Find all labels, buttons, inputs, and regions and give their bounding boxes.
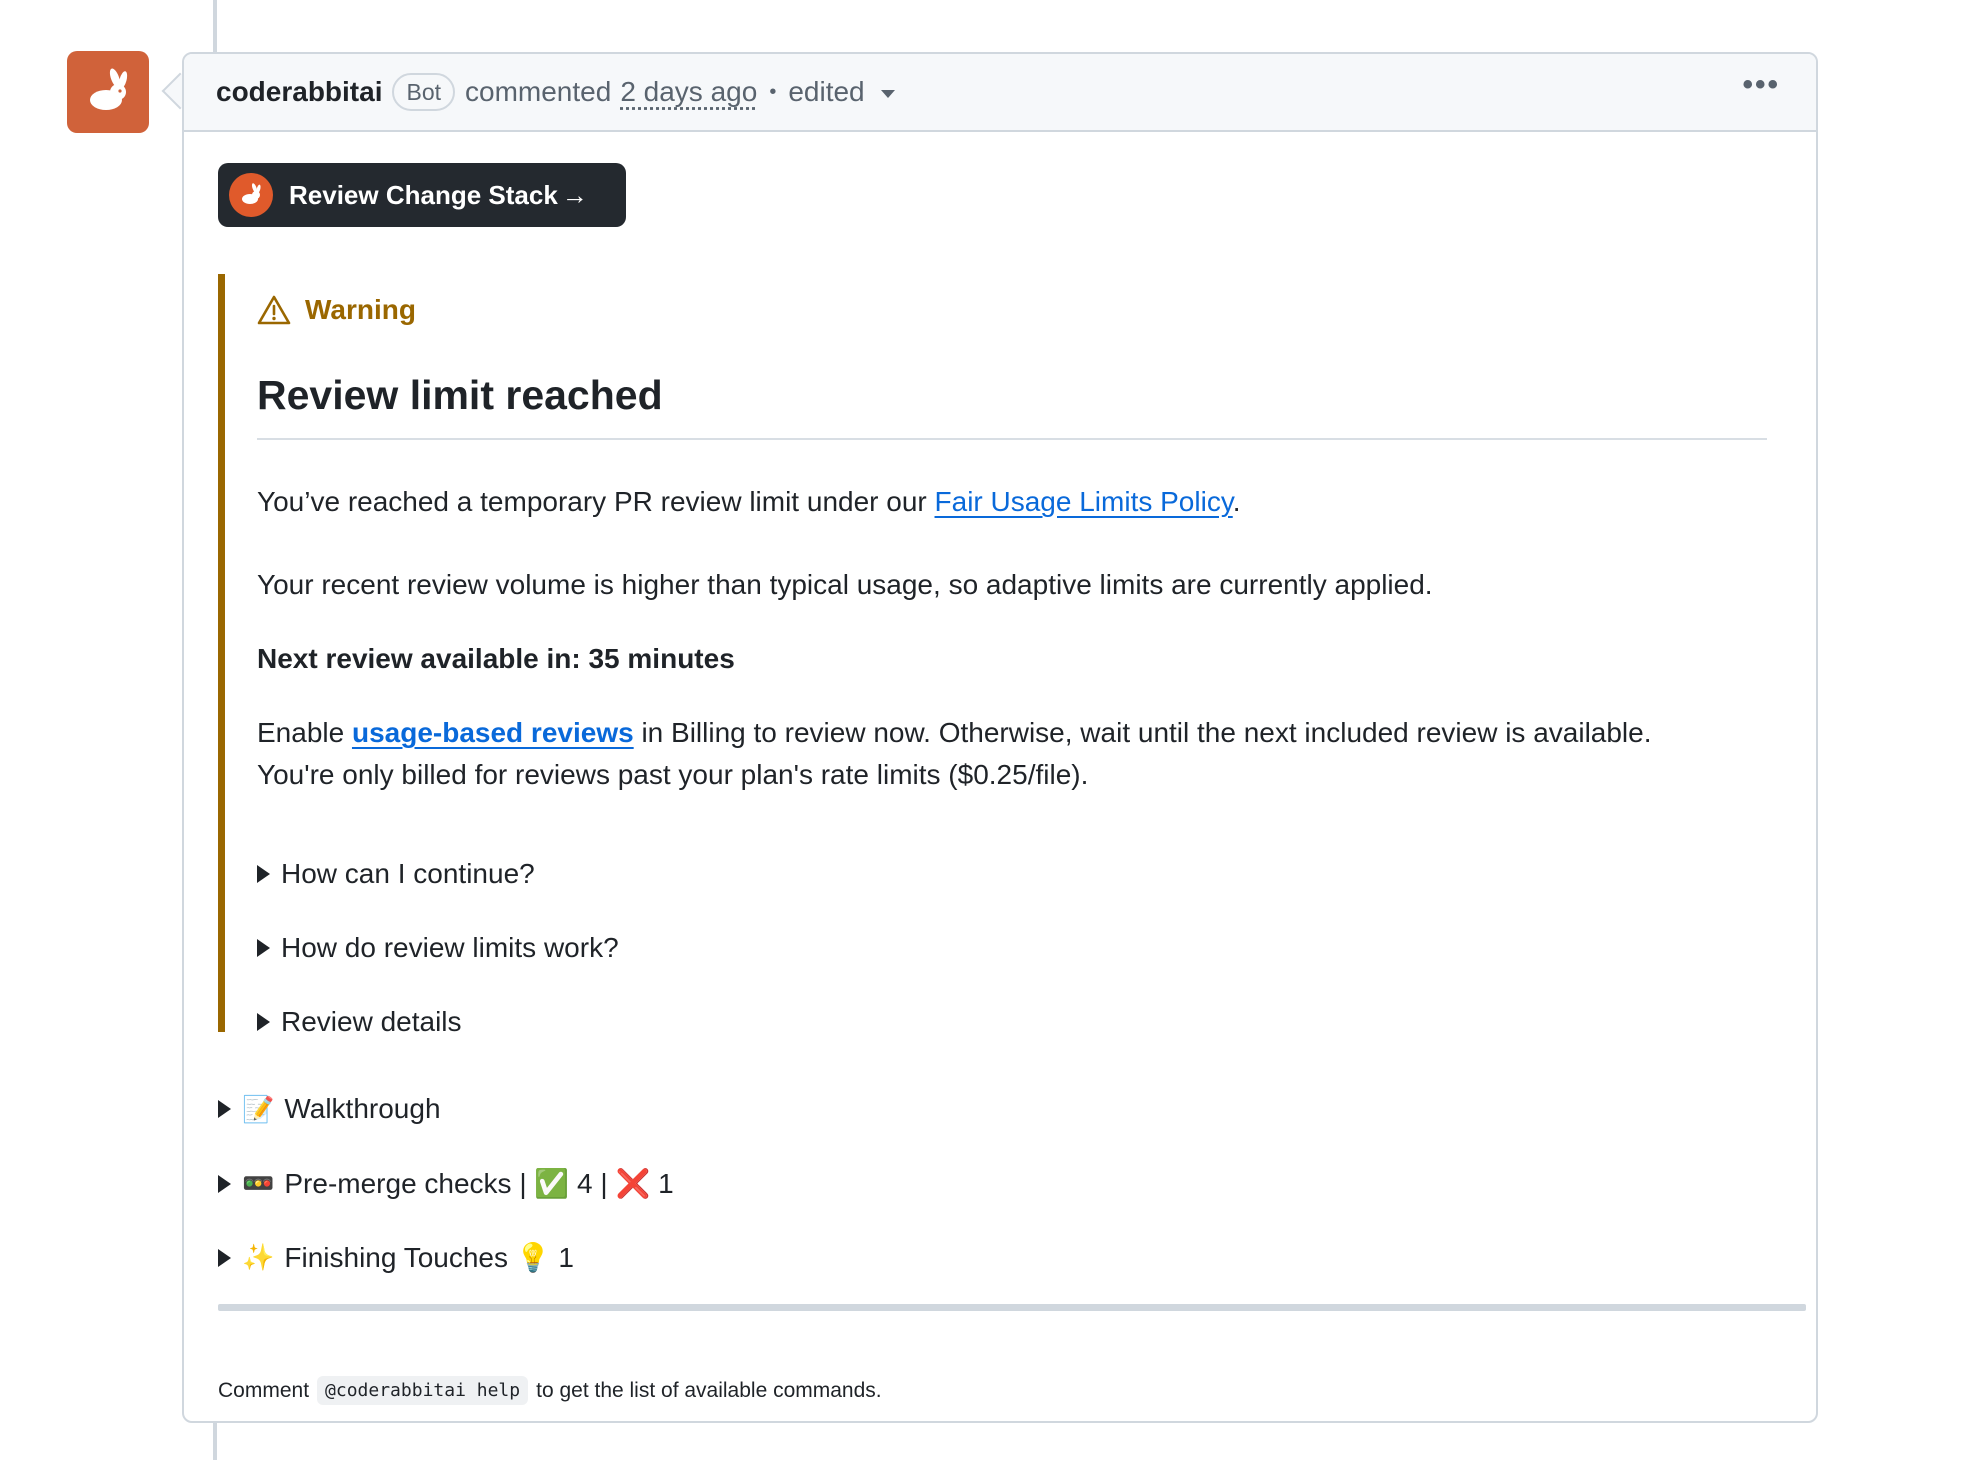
- help-command-code: @coderabbitai help: [317, 1376, 529, 1405]
- warning-alert: Warning Review limit reached You’ve reac…: [218, 274, 1767, 1037]
- premerge-label: Pre-merge checks |: [284, 1167, 535, 1199]
- heading-divider: [257, 438, 1767, 440]
- disclosure-triangle-icon: [218, 1100, 231, 1118]
- hint-count: 1: [550, 1241, 575, 1273]
- disclosure-triangle-icon: [218, 1174, 231, 1193]
- disclosure-triangle-icon: [257, 939, 270, 957]
- details-how-limits-work[interactable]: How do review limits work?: [257, 932, 619, 964]
- coderabbit-logo-icon: [229, 173, 273, 217]
- more-options-button[interactable]: •••: [1742, 68, 1780, 102]
- details-how-continue[interactable]: How can I continue?: [257, 858, 535, 890]
- cross-mark-icon: ❌: [615, 1168, 651, 1199]
- billing-note: You're only billed for reviews past your…: [257, 759, 1089, 790]
- disclosure-triangle-icon: [257, 865, 270, 883]
- rabbit-icon: [90, 68, 128, 110]
- review-change-stack-label: Review Change Stack: [289, 179, 558, 210]
- chevron-down-icon[interactable]: [880, 90, 895, 98]
- finishing-touches-toggle[interactable]: ✨ Finishing Touches 💡 1: [218, 1241, 574, 1274]
- billing-paragraph: Enable usage-based reviews in Billing to…: [257, 712, 1652, 796]
- arrow-right-icon: →: [561, 179, 588, 210]
- avatar[interactable]: [67, 51, 149, 133]
- volume-paragraph: Your recent review volume is higher than…: [257, 569, 1433, 600]
- fail-count: 1: [650, 1167, 674, 1199]
- edited-label[interactable]: edited: [788, 76, 864, 108]
- policy-text: You’ve reached a temporary PR review lim…: [257, 486, 935, 517]
- premerge-checks-toggle[interactable]: 🚥 Pre-merge checks | ✅ 4 | ❌ 1: [218, 1167, 674, 1200]
- details-label: How do review limits work?: [281, 932, 619, 963]
- policy-paragraph: You’ve reached a temporary PR review lim…: [257, 481, 1241, 523]
- traffic-light-icon: 🚥: [242, 1168, 275, 1198]
- warning-label: Warning: [305, 294, 416, 325]
- section-divider: [218, 1304, 1806, 1311]
- bot-badge: Bot: [392, 73, 456, 111]
- check-mark-icon: ✅: [534, 1168, 570, 1199]
- warning-icon: [257, 295, 291, 325]
- memo-icon: 📝: [242, 1093, 275, 1124]
- finishing-label: Finishing Touches: [284, 1241, 516, 1273]
- policy-end: .: [1232, 486, 1241, 517]
- details-label: How can I continue?: [281, 858, 535, 889]
- disclosure-triangle-icon: [257, 1013, 270, 1031]
- timestamp-link[interactable]: 2 days ago: [620, 76, 757, 108]
- disclosure-triangle-icon: [218, 1248, 231, 1267]
- fair-usage-policy-link[interactable]: Fair Usage Limits Policy: [935, 486, 1233, 517]
- warning-title: Warning: [257, 294, 416, 326]
- separator-dot: •: [769, 80, 777, 103]
- details-label: Review details: [281, 1006, 462, 1037]
- walkthrough-toggle[interactable]: 📝 Walkthrough: [218, 1093, 441, 1125]
- walkthrough-label: Walkthrough: [284, 1093, 441, 1124]
- comment-box: coderabbitai Bot commented 2 days ago • …: [182, 52, 1818, 1423]
- pass-count: 4 |: [569, 1167, 616, 1199]
- billing-start: Enable: [257, 717, 352, 748]
- next-review-text: Next review available in: 35 minutes: [257, 643, 735, 674]
- footer-text-end: to get the list of available commands.: [536, 1378, 882, 1402]
- details-review-details[interactable]: Review details: [257, 1006, 462, 1038]
- author-name[interactable]: coderabbitai: [216, 76, 382, 108]
- comment-header: coderabbitai Bot commented 2 days ago • …: [184, 54, 1816, 132]
- review-limit-heading: Review limit reached: [257, 372, 663, 418]
- sparkles-icon: ✨: [242, 1242, 275, 1272]
- comment-footer: Comment @coderabbitai help to get the li…: [218, 1376, 882, 1405]
- billing-end: in Billing to review now. Otherwise, wai…: [633, 717, 1652, 748]
- review-change-stack-button[interactable]: Review Change Stack →: [218, 163, 626, 227]
- comment-action: commented: [465, 76, 612, 107]
- usage-based-reviews-link[interactable]: usage-based reviews: [352, 717, 634, 748]
- footer-text-start: Comment: [218, 1378, 310, 1402]
- light-bulb-icon: 💡: [515, 1242, 551, 1273]
